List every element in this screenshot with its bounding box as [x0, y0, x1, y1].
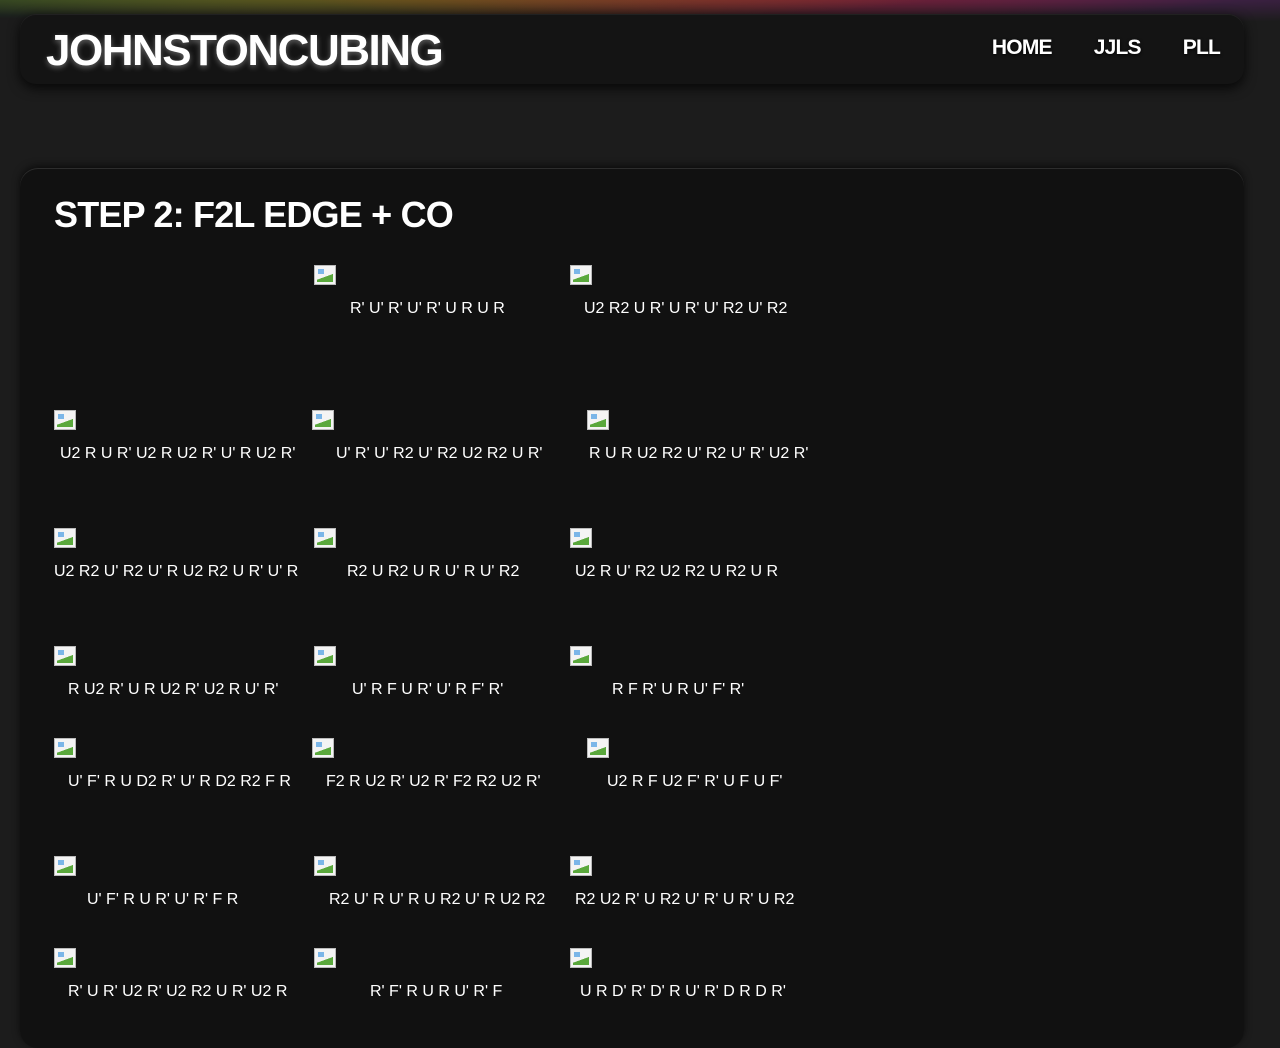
- broken-image-icon: [570, 646, 592, 666]
- nav-home-link[interactable]: HOME: [992, 36, 1053, 60]
- algorithm-text: R U2 R' U R U2 R' U2 R U' R': [68, 681, 279, 698]
- algorithm-text: R U R U2 R2 U' R2 U' R' U2 R': [589, 445, 809, 462]
- case-item: R U2 R' U R U2 R' U2 R U' R': [54, 646, 304, 703]
- broken-image-icon: [314, 265, 336, 285]
- case-item: U2 R F U2 F' R' U F U F': [587, 738, 837, 795]
- algorithm-text: U2 R F U2 F' R' U F U F': [607, 773, 783, 790]
- broken-image-icon: [54, 948, 76, 968]
- broken-image-icon: [312, 410, 334, 430]
- broken-image-icon: [570, 856, 592, 876]
- case-item: U2 R2 U' R2 U' R U2 R2 U R' U' R: [54, 528, 304, 585]
- broken-image-icon: [587, 738, 609, 758]
- nav-jjls-link[interactable]: JJLS: [1094, 36, 1142, 60]
- algorithm-text: U' R F U R' U' R F' R': [352, 681, 504, 698]
- algorithm-text: R2 U' R U' R U R2 U' R U2 R2: [329, 891, 546, 908]
- broken-image-icon: [570, 265, 592, 285]
- algorithm-text: U2 R2 U' R2 U' R U2 R2 U R' U' R: [54, 563, 299, 580]
- broken-image-icon: [314, 646, 336, 666]
- case-item: R' U' R' U' R' U R U R: [314, 265, 564, 322]
- algorithm-text: U2 R U' R2 U2 R2 U R2 U R: [575, 563, 779, 580]
- algorithm-text: U' F' R U R' U' R' F R: [87, 891, 239, 908]
- case-item: R F R' U R U' F' R': [570, 646, 820, 703]
- algorithm-text: U2 R2 U R' U R' U' R2 U' R2: [584, 300, 788, 317]
- broken-image-icon: [54, 528, 76, 548]
- algorithm-text: U' F' R U D2 R' U' R D2 R2 F R: [68, 773, 291, 790]
- algorithm-text: R2 U R2 U R U' R U' R2: [347, 563, 520, 580]
- case-item: U' F' R U R' U' R' F R: [54, 856, 304, 913]
- nav-pll-link[interactable]: PLL: [1183, 36, 1221, 60]
- case-item: R' F' R U R U' R' F: [314, 948, 564, 1005]
- case-item: U2 R U' R2 U2 R2 U R2 U R: [570, 528, 820, 585]
- case-item: R U R U2 R2 U' R2 U' R' U2 R': [587, 410, 837, 467]
- main-nav: HOME JJLS PLL: [992, 36, 1221, 60]
- broken-image-icon: [314, 528, 336, 548]
- algorithm-text: R' U R' U2 R' U2 R2 U R' U2 R: [68, 983, 288, 1000]
- broken-image-icon: [54, 856, 76, 876]
- case-item: U R D' R' D' R U' R' D R D R': [570, 948, 820, 1005]
- broken-image-icon: [314, 856, 336, 876]
- algorithm-text: R F R' U R U' F' R': [612, 681, 745, 698]
- broken-image-icon: [570, 528, 592, 548]
- broken-image-icon: [587, 410, 609, 430]
- broken-image-icon: [54, 410, 76, 430]
- algorithm-text: U' R' U' R2 U' R2 U2 R2 U R': [336, 445, 543, 462]
- algorithm-text: U R D' R' D' R U' R' D R D R': [580, 983, 786, 1000]
- broken-image-icon: [570, 948, 592, 968]
- case-item: R' U R' U2 R' U2 R2 U R' U2 R: [54, 948, 304, 1005]
- case-item: U' R' U' R2 U' R2 U2 R2 U R': [312, 410, 562, 467]
- case-item: U' R F U R' U' R F' R': [314, 646, 564, 703]
- broken-image-icon: [314, 948, 336, 968]
- broken-image-icon: [54, 646, 76, 666]
- algorithm-text: U2 R U R' U2 R U2 R' U' R U2 R': [60, 445, 296, 462]
- site-logo[interactable]: JOHNSTONCUBING: [46, 26, 444, 76]
- case-item: R2 U' R U' R U R2 U' R U2 R2: [314, 856, 564, 913]
- site-header: JOHNSTONCUBING HOME JJLS PLL: [20, 14, 1244, 84]
- broken-image-icon: [54, 738, 76, 758]
- broken-image-icon: [312, 738, 334, 758]
- algorithm-text: R' F' R U R U' R' F: [370, 983, 503, 1000]
- case-item: U2 R2 U R' U R' U' R2 U' R2: [570, 265, 820, 322]
- algorithm-text: F2 R U2 R' U2 R' F2 R2 U2 R': [326, 773, 541, 790]
- algorithm-text: R' U' R' U' R' U R U R: [350, 300, 505, 317]
- case-item: R2 U R2 U R U' R U' R2: [314, 528, 564, 585]
- case-item: R2 U2 R' U R2 U' R' U R' U R2: [570, 856, 820, 913]
- algorithm-text: R2 U2 R' U R2 U' R' U R' U R2: [575, 891, 795, 908]
- page-title: STEP 2: F2L EDGE + CO: [54, 194, 454, 235]
- case-item: F2 R U2 R' U2 R' F2 R2 U2 R': [312, 738, 562, 795]
- content-panel: STEP 2: F2L EDGE + CO R' U' R' U' R' U R…: [20, 168, 1244, 1048]
- case-item: U' F' R U D2 R' U' R D2 R2 F R: [54, 738, 304, 795]
- case-item: U2 R U R' U2 R U2 R' U' R U2 R': [54, 410, 304, 467]
